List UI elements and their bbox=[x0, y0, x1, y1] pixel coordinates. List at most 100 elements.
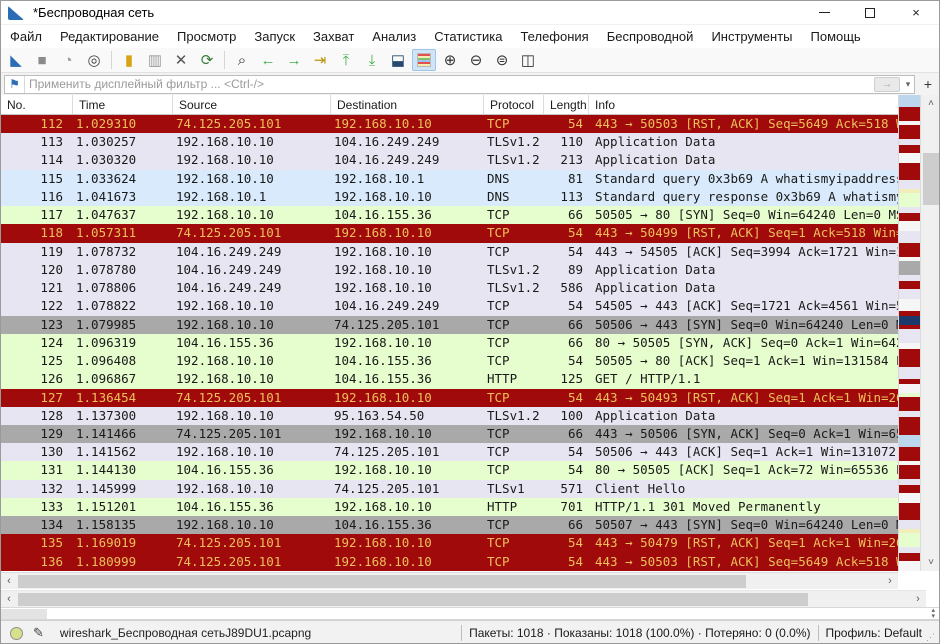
packet-row[interactable]: 1211.078806104.16.249.249192.168.10.10TL… bbox=[1, 279, 898, 297]
packet-row[interactable]: 1341.158135192.168.10.10104.16.155.36TCP… bbox=[1, 516, 898, 534]
column-header-no[interactable]: No. bbox=[1, 95, 73, 114]
menu-item[interactable]: Инструменты bbox=[702, 26, 801, 47]
filter-dropdown-icon[interactable]: ▾ bbox=[902, 79, 914, 90]
auto-scroll-icon[interactable]: ⬓ bbox=[386, 49, 410, 71]
zoom-in-icon[interactable]: ⊕ bbox=[438, 49, 462, 71]
reload-file-icon[interactable]: ⟳ bbox=[195, 49, 219, 71]
intelligent-scrollbar-minimap[interactable] bbox=[898, 95, 920, 571]
vertical-scrollbar[interactable]: ˄ ˅ bbox=[920, 95, 940, 571]
capture-options-icon[interactable]: ◎ bbox=[82, 49, 106, 71]
packet-proto: TLSv1.2 bbox=[484, 151, 544, 169]
capture-comment-icon[interactable]: ✎ bbox=[33, 625, 44, 641]
packet-row[interactable]: 1181.05731174.125.205.101192.168.10.10TC… bbox=[1, 224, 898, 242]
expert-info-icon[interactable] bbox=[10, 627, 23, 640]
menu-item[interactable]: Анализ bbox=[363, 26, 425, 47]
open-file-icon[interactable]: ▮ bbox=[117, 49, 141, 71]
packet-row[interactable]: 1221.078822192.168.10.10104.16.249.249TC… bbox=[1, 297, 898, 315]
packet-row[interactable]: 1321.145999192.168.10.1074.125.205.101TL… bbox=[1, 480, 898, 498]
save-file-icon[interactable]: ▥ bbox=[143, 49, 167, 71]
menu-item[interactable]: Файл bbox=[1, 26, 51, 47]
menu-item[interactable]: Помощь bbox=[802, 26, 870, 47]
packet-len: 586 bbox=[544, 279, 589, 297]
packet-info: 443 → 50499 [RST, ACK] Seq=1 Ack=518 Win… bbox=[589, 224, 898, 242]
menu-item[interactable]: Беспроводной bbox=[598, 26, 703, 47]
packet-row[interactable]: 1331.151201104.16.155.36192.168.10.10HTT… bbox=[1, 498, 898, 516]
packet-row[interactable]: 1131.030257192.168.10.10104.16.249.249TL… bbox=[1, 133, 898, 151]
packet-row[interactable]: 1261.096867192.168.10.10104.16.155.36HTT… bbox=[1, 370, 898, 388]
hscrollbar-thumb[interactable] bbox=[18, 593, 808, 606]
apply-filter-button[interactable]: → bbox=[874, 77, 900, 92]
bookmark-icon[interactable]: ⚑ bbox=[5, 76, 25, 93]
packet-time: 1.096408 bbox=[73, 352, 173, 370]
packet-row[interactable]: 1271.13645474.125.205.101192.168.10.10TC… bbox=[1, 389, 898, 407]
go-back-icon[interactable]: ← bbox=[256, 49, 280, 71]
resize-columns-icon[interactable]: ◫ bbox=[516, 49, 540, 71]
menu-item[interactable]: Просмотр bbox=[168, 26, 245, 47]
hscrollbar-thumb[interactable] bbox=[18, 575, 746, 588]
packet-row[interactable]: 1141.030320192.168.10.10104.16.249.249TL… bbox=[1, 151, 898, 169]
packet-row[interactable]: 1311.144130104.16.155.36192.168.10.10TCP… bbox=[1, 461, 898, 479]
column-header-source[interactable]: Source bbox=[173, 95, 331, 114]
packet-row[interactable]: 1161.041673192.168.10.1192.168.10.10DNS1… bbox=[1, 188, 898, 206]
packet-row[interactable]: 1171.047637192.168.10.10104.16.155.36TCP… bbox=[1, 206, 898, 224]
display-filter-input[interactable] bbox=[25, 76, 874, 93]
packet-row[interactable]: 1151.033624192.168.10.10192.168.10.1DNS8… bbox=[1, 170, 898, 188]
stop-capture-icon[interactable]: ■ bbox=[30, 49, 54, 71]
column-header-destination[interactable]: Destination bbox=[331, 95, 484, 114]
go-last-packet-icon[interactable]: ⤓ bbox=[360, 49, 384, 71]
packet-row[interactable]: 1121.02931074.125.205.101192.168.10.10TC… bbox=[1, 115, 898, 133]
column-header-protocol[interactable]: Protocol bbox=[484, 95, 544, 114]
spinner-icon[interactable]: ▴▾ bbox=[931, 608, 935, 620]
scroll-right-icon[interactable]: › bbox=[882, 573, 898, 589]
packet-row[interactable]: 1351.16901974.125.205.101192.168.10.10TC… bbox=[1, 534, 898, 552]
colorize-icon[interactable] bbox=[412, 49, 436, 71]
restart-capture-icon[interactable]: ◔ bbox=[56, 49, 80, 71]
menu-item[interactable]: Телефония bbox=[511, 26, 597, 47]
zoom-out-icon[interactable]: ⊖ bbox=[464, 49, 488, 71]
minimize-button[interactable] bbox=[801, 1, 847, 24]
menu-item[interactable]: Статистика bbox=[425, 26, 511, 47]
go-forward-icon[interactable]: → bbox=[282, 49, 306, 71]
go-to-packet-icon[interactable]: ⇥ bbox=[308, 49, 332, 71]
resize-grip[interactable]: ⋰ bbox=[926, 632, 936, 642]
profile-label[interactable]: Профиль: Default bbox=[826, 626, 923, 640]
close-file-icon[interactable]: ✕ bbox=[169, 49, 193, 71]
packet-row[interactable]: 1241.096319104.16.155.36192.168.10.10TCP… bbox=[1, 334, 898, 352]
vertical-scrollbar-thumb[interactable] bbox=[923, 153, 940, 205]
packet-len: 54 bbox=[544, 461, 589, 479]
packet-info: Client Hello bbox=[589, 480, 898, 498]
maximize-button[interactable] bbox=[847, 1, 893, 24]
menu-item[interactable]: Запуск bbox=[245, 26, 304, 47]
menu-item[interactable]: Захват bbox=[304, 26, 363, 47]
packet-proto: TCP bbox=[484, 297, 544, 315]
packet-list-hscrollbar[interactable]: ‹ › bbox=[1, 572, 898, 589]
packet-row[interactable]: 1281.137300192.168.10.1095.163.54.50TLSv… bbox=[1, 407, 898, 425]
minimap-stripe bbox=[899, 299, 920, 311]
scroll-up-icon[interactable]: ˄ bbox=[921, 95, 940, 112]
add-filter-button[interactable]: + bbox=[920, 75, 936, 93]
packet-row[interactable]: 1301.141562192.168.10.1074.125.205.101TC… bbox=[1, 443, 898, 461]
go-first-packet-icon[interactable]: ⤒ bbox=[334, 49, 358, 71]
packet-proto: TCP bbox=[484, 243, 544, 261]
packet-row[interactable]: 1231.079985192.168.10.1074.125.205.101TC… bbox=[1, 316, 898, 334]
packet-row[interactable]: 1251.096408192.168.10.10104.16.155.36TCP… bbox=[1, 352, 898, 370]
close-button[interactable]: × bbox=[893, 1, 939, 24]
column-header-time[interactable]: Time bbox=[73, 95, 173, 114]
packet-row[interactable]: 1361.18099974.125.205.101192.168.10.10TC… bbox=[1, 553, 898, 571]
scroll-down-icon[interactable]: ˅ bbox=[921, 554, 940, 571]
find-packet-icon[interactable]: ⌕ bbox=[230, 49, 254, 71]
menu-item[interactable]: Редактирование bbox=[51, 26, 168, 47]
packet-info: 443 → 50503 [RST, ACK] Seq=5649 Ack=518 … bbox=[589, 115, 898, 133]
start-capture-icon[interactable]: ◣ bbox=[4, 49, 28, 71]
scroll-right-icon[interactable]: › bbox=[910, 591, 926, 607]
packet-row[interactable]: 1291.14146674.125.205.101192.168.10.10TC… bbox=[1, 425, 898, 443]
column-header-length[interactable]: Length bbox=[544, 95, 589, 114]
scroll-left-icon[interactable]: ‹ bbox=[1, 591, 17, 607]
scroll-left-icon[interactable]: ‹ bbox=[1, 573, 17, 589]
packet-dst: 104.16.155.36 bbox=[331, 352, 484, 370]
column-header-info[interactable]: Info bbox=[589, 95, 898, 114]
zoom-reset-icon[interactable]: ⊜ bbox=[490, 49, 514, 71]
packet-row[interactable]: 1201.078780104.16.249.249192.168.10.10TL… bbox=[1, 261, 898, 279]
lower-hscrollbar[interactable]: ‹ › bbox=[1, 590, 926, 607]
packet-row[interactable]: 1191.078732104.16.249.249192.168.10.10TC… bbox=[1, 243, 898, 261]
